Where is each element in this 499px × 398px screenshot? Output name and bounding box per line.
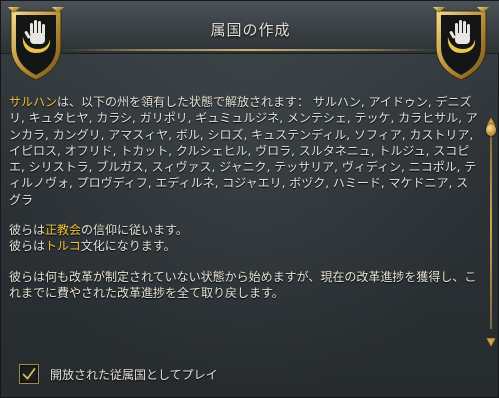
description-text: サルハンは、以下の州を領有した状態で解放されます： サルハン, アイドゥン, デ…: [9, 94, 479, 301]
play-as-released-option[interactable]: 開放された従属国としてプレイ: [19, 363, 218, 385]
country-emblem-right-icon: [430, 3, 492, 83]
title-divider: [61, 49, 440, 51]
province-list-paragraph: サルハンは、以下の州を領有した状態で解放されます： サルハン, アイドゥン, デ…: [9, 94, 479, 208]
description-scrollbar[interactable]: [485, 105, 497, 348]
scrollbar-track[interactable]: [490, 123, 492, 329]
culture-prefix: 彼らは: [9, 239, 46, 254]
religion-suffix: の信仰に従います。: [81, 223, 188, 238]
scrollbar-thumb[interactable]: [486, 124, 496, 136]
religion-name[interactable]: 正教会: [45, 223, 81, 237]
create-vassal-dialog: 属国の作成 サルハンは、以下の州を領有した状態で解放されます： サルハン, アイ…: [0, 0, 499, 398]
intro-text: は、以下の州を領有した状態で解放されます：: [57, 95, 310, 109]
culture-name[interactable]: トルコ: [45, 239, 81, 253]
culture-line: 彼らはトルコ文化になります。: [9, 238, 479, 254]
province-list: サルハン, アイドゥン, デニズリ, キュタヒヤ, カラシ, ガリポリ, ギュミ…: [9, 95, 478, 207]
checkmark-icon: [22, 368, 36, 380]
religion-line: 彼らは正教会の信仰に従います。: [9, 222, 479, 238]
play-as-released-checkbox[interactable]: [19, 364, 39, 384]
dialog-title: 属国の作成: [210, 21, 291, 39]
scroll-down-icon[interactable]: [485, 333, 497, 348]
religion-prefix: 彼らは: [9, 223, 46, 238]
country-emblem-left-icon: [5, 3, 67, 83]
culture-suffix: 文化になります。: [80, 239, 176, 254]
title-bar: 属国の作成: [1, 1, 499, 54]
country-name: サルハン: [9, 95, 58, 109]
reform-paragraph: 彼らは何も改革が制定されていない状態から始めますが、現在の改革進捗を獲得し、これ…: [9, 269, 477, 300]
play-as-released-label[interactable]: 開放された従属国としてプレイ: [50, 366, 218, 383]
